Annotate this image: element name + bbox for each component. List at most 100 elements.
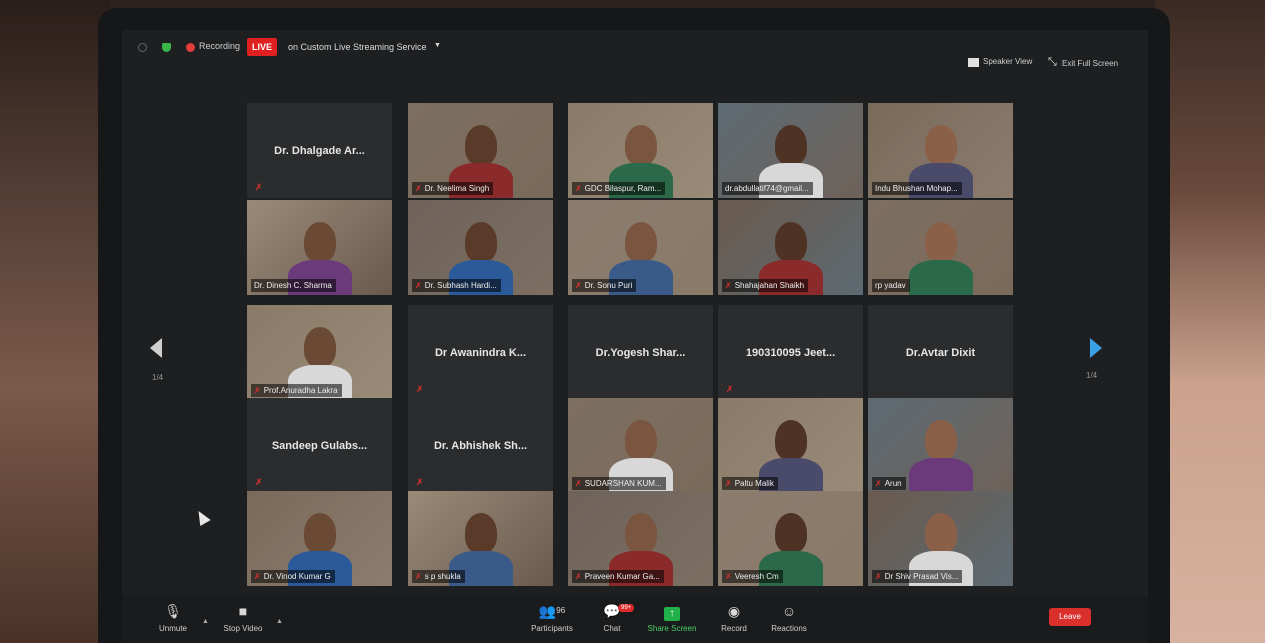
microphone-muted-icon: ✗ <box>575 281 582 290</box>
participant-tile[interactable]: ✗ Dr. Sonu Puri <box>568 200 713 295</box>
participant-tile[interactable]: Dr Awanindra K... ✗ <box>408 305 553 400</box>
microphone-muted-icon: 🎙 <box>164 603 182 619</box>
participant-face <box>624 513 657 553</box>
speaker-view-icon[interactable] <box>968 58 979 67</box>
participant-tile[interactable]: Dr. Dinesh C. Sharma <box>247 200 392 295</box>
reactions-button[interactable]: ☺ Reactions <box>754 602 824 633</box>
participant-name-label: ✗ Dr. Subhash Hardi... <box>412 279 501 292</box>
participants-count: 96 <box>556 606 566 615</box>
participant-tile[interactable]: ✗ Dr. Vinod Kumar G <box>247 491 392 586</box>
reactions-label: Reactions <box>771 624 807 633</box>
participant-name: Indu Bhushan Mohap... <box>875 184 958 193</box>
microphone-muted-icon: ✗ <box>575 479 582 488</box>
participant-tile[interactable]: ✗ SUDARSHAN KUM... <box>568 398 713 493</box>
recording-label: Recording <box>199 41 241 51</box>
microphone-muted-icon: ✗ <box>575 572 582 581</box>
participant-tile[interactable]: ✗ Paltu Malik <box>718 398 863 493</box>
participant-face <box>464 222 497 262</box>
participant-name: Veeresh Cm <box>734 572 779 581</box>
microphone-muted-icon: ✗ <box>725 479 732 488</box>
participant-tile[interactable]: ✗ Dr. Neelima Singh <box>408 103 553 198</box>
participant-face <box>924 125 957 165</box>
participant-name: Dr.Avtar Dixit <box>905 346 976 359</box>
participant-tile[interactable]: ✗ Dr Shiv Prasad Vis... <box>868 491 1013 586</box>
participant-face <box>924 222 957 262</box>
zoom-meeting-window: Dr. Dhalgade Ar... ✗ ✗ Dr. Neelima Singh ✗ GD… <box>122 30 1148 643</box>
exit-full-screen-button[interactable]: Exit Full Screen <box>1062 59 1118 68</box>
participant-face <box>774 420 807 460</box>
participant-name: 190310095 Jeet... <box>745 346 836 359</box>
participant-face <box>924 420 957 460</box>
participant-face <box>624 420 657 460</box>
participant-name: Shahajahan Shaikh <box>734 281 805 290</box>
participant-tile[interactable]: dr.abdullatif74@gmail... <box>718 103 863 198</box>
participant-body <box>908 458 973 493</box>
participant-name-label: ✗ Paltu Malik <box>722 477 778 490</box>
participant-tile[interactable]: Dr.Yogesh Shar... <box>568 305 713 400</box>
participant-tile[interactable]: Sandeep Gulabs... ✗ <box>247 398 392 493</box>
chevron-down-icon[interactable]: ▼ <box>434 42 441 49</box>
leave-button[interactable]: Leave <box>1049 608 1091 626</box>
microphone-muted-icon: ✗ <box>255 182 263 192</box>
participant-tile[interactable]: ✗ Arun <box>868 398 1013 493</box>
video-camera-icon: ■ <box>238 603 248 619</box>
participant-tile[interactable]: ✗ Veeresh Cm <box>718 491 863 586</box>
participant-tile[interactable]: rp yadav <box>868 200 1013 295</box>
share-screen-button[interactable]: ↑ Share Screen <box>637 602 707 633</box>
participant-tile[interactable]: ✗ Prof.Anuradha Lakra <box>247 305 392 400</box>
microphone-muted-icon: ✗ <box>254 386 261 395</box>
participant-name-label: ✗ Dr. Vinod Kumar G <box>251 570 335 583</box>
speaker-view-button[interactable]: Speaker View <box>983 57 1032 66</box>
participant-tile[interactable]: ✗ Praveen Kumar Ga... <box>568 491 713 586</box>
participant-name: Dr Shiv Prasad Vis... <box>884 572 959 581</box>
participant-name-label: ✗ Arun <box>872 477 906 490</box>
unmute-button[interactable]: 🎙 Unmute <box>138 602 208 633</box>
participant-tile[interactable]: ✗ Dr. Subhash Hardi... <box>408 200 553 295</box>
meeting-info-icon[interactable] <box>138 43 147 52</box>
participant-tile[interactable]: Indu Bhushan Mohap... <box>868 103 1013 198</box>
participant-name: Dr. Sonu Puri <box>584 281 633 290</box>
participant-tile[interactable]: Dr. Abhishek Sh... ✗ <box>408 398 553 493</box>
participant-name: Paltu Malik <box>734 479 774 488</box>
participant-tile[interactable]: Dr.Avtar Dixit <box>868 305 1013 400</box>
gallery-view: Dr. Dhalgade Ar... ✗ ✗ Dr. Neelima Singh ✗ GD… <box>122 30 1148 643</box>
participant-face <box>464 513 497 553</box>
stop-video-button[interactable]: ■ Stop Video <box>208 602 278 633</box>
participant-name-label: dr.abdullatif74@gmail... <box>722 182 813 195</box>
page-indicator-left: 1/4 <box>152 373 164 382</box>
participant-name: Praveen Kumar Ga... <box>584 572 660 581</box>
participant-tile[interactable]: ✗ Shahajahan Shaikh <box>718 200 863 295</box>
microphone-muted-icon: ✗ <box>725 572 732 581</box>
participant-name: Dr. Dhalgade Ar... <box>274 144 365 157</box>
participant-name: GDC Bilaspur, Ram... <box>584 184 662 193</box>
next-page-arrow-icon[interactable] <box>1090 338 1102 358</box>
participant-name: SUDARSHAN KUM... <box>584 479 662 488</box>
participant-tile[interactable]: 190310095 Jeet... ✗ <box>718 305 863 400</box>
participant-name-label: rp yadav <box>872 279 910 292</box>
participant-name: rp yadav <box>875 281 906 290</box>
microphone-muted-icon: ✗ <box>875 479 882 488</box>
participant-face <box>464 125 497 165</box>
participant-tile[interactable]: ✗ GDC Bilaspur, Ram... <box>568 103 713 198</box>
participant-face <box>774 222 807 262</box>
room-background-right <box>1155 0 1265 643</box>
previous-page-arrow-icon[interactable] <box>150 338 162 358</box>
participant-name-label: ✗ s p shukla <box>412 570 465 583</box>
live-stream-service-label[interactable]: on Custom Live Streaming Service <box>288 42 427 52</box>
meeting-controls-toolbar: 🎙 Unmute ▲ ■ Stop Video ▲ 👥96 Participan… <box>122 596 1148 643</box>
chevron-up-icon[interactable]: ▲ <box>276 618 283 625</box>
meeting-top-bar: Recording LIVE on Custom Live Streaming … <box>122 30 1148 70</box>
participant-tile[interactable]: ✗ s p shukla <box>408 491 553 586</box>
participant-name: Sandeep Gulabs... <box>271 439 368 452</box>
participant-name-label: Indu Bhushan Mohap... <box>872 182 962 195</box>
participant-face <box>303 327 336 367</box>
participant-tile[interactable]: Dr. Dhalgade Ar... ✗ <box>247 103 392 198</box>
participant-name-label: ✗ Praveen Kumar Ga... <box>572 570 664 583</box>
participant-name: Dr. Neelima Singh <box>424 184 490 193</box>
microphone-muted-icon: ✗ <box>575 184 582 193</box>
encryption-shield-icon[interactable] <box>162 43 171 52</box>
participant-name: Dr. Subhash Hardi... <box>424 281 497 290</box>
exit-full-screen-icon[interactable]: ⤡ <box>1048 56 1057 69</box>
participant-body <box>908 260 973 295</box>
microphone-muted-icon: ✗ <box>726 384 734 394</box>
